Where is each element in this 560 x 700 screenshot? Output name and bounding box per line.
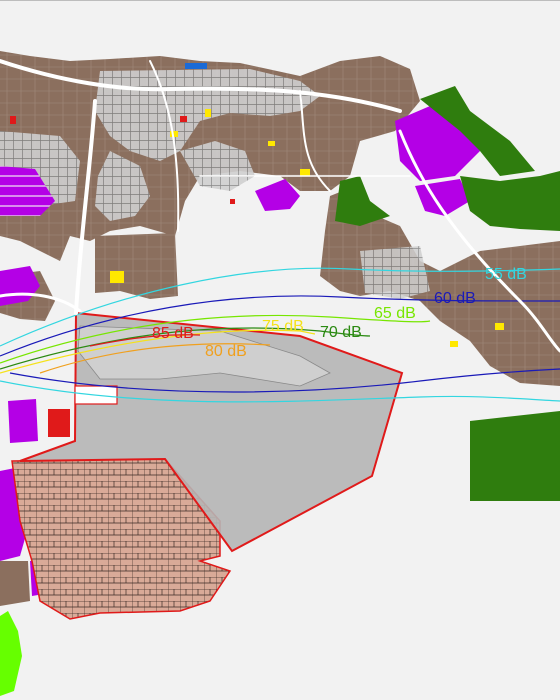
contour-label-60: 60 dB — [434, 290, 476, 307]
map-canvas — [0, 51, 560, 696]
contour-label-55: 55 dB — [485, 266, 527, 283]
noise-map[interactable]: 55 dB 60 dB 65 dB 70 dB 75 dB 80 dB 85 d… — [0, 0, 560, 700]
contour-label-85: 85 dB — [152, 325, 194, 342]
contour-label-80: 80 dB — [205, 343, 247, 360]
contour-label-65: 65 dB — [374, 305, 416, 322]
contour-label-75: 75 dB — [262, 318, 304, 335]
contour-label-70: 70 dB — [320, 324, 362, 341]
